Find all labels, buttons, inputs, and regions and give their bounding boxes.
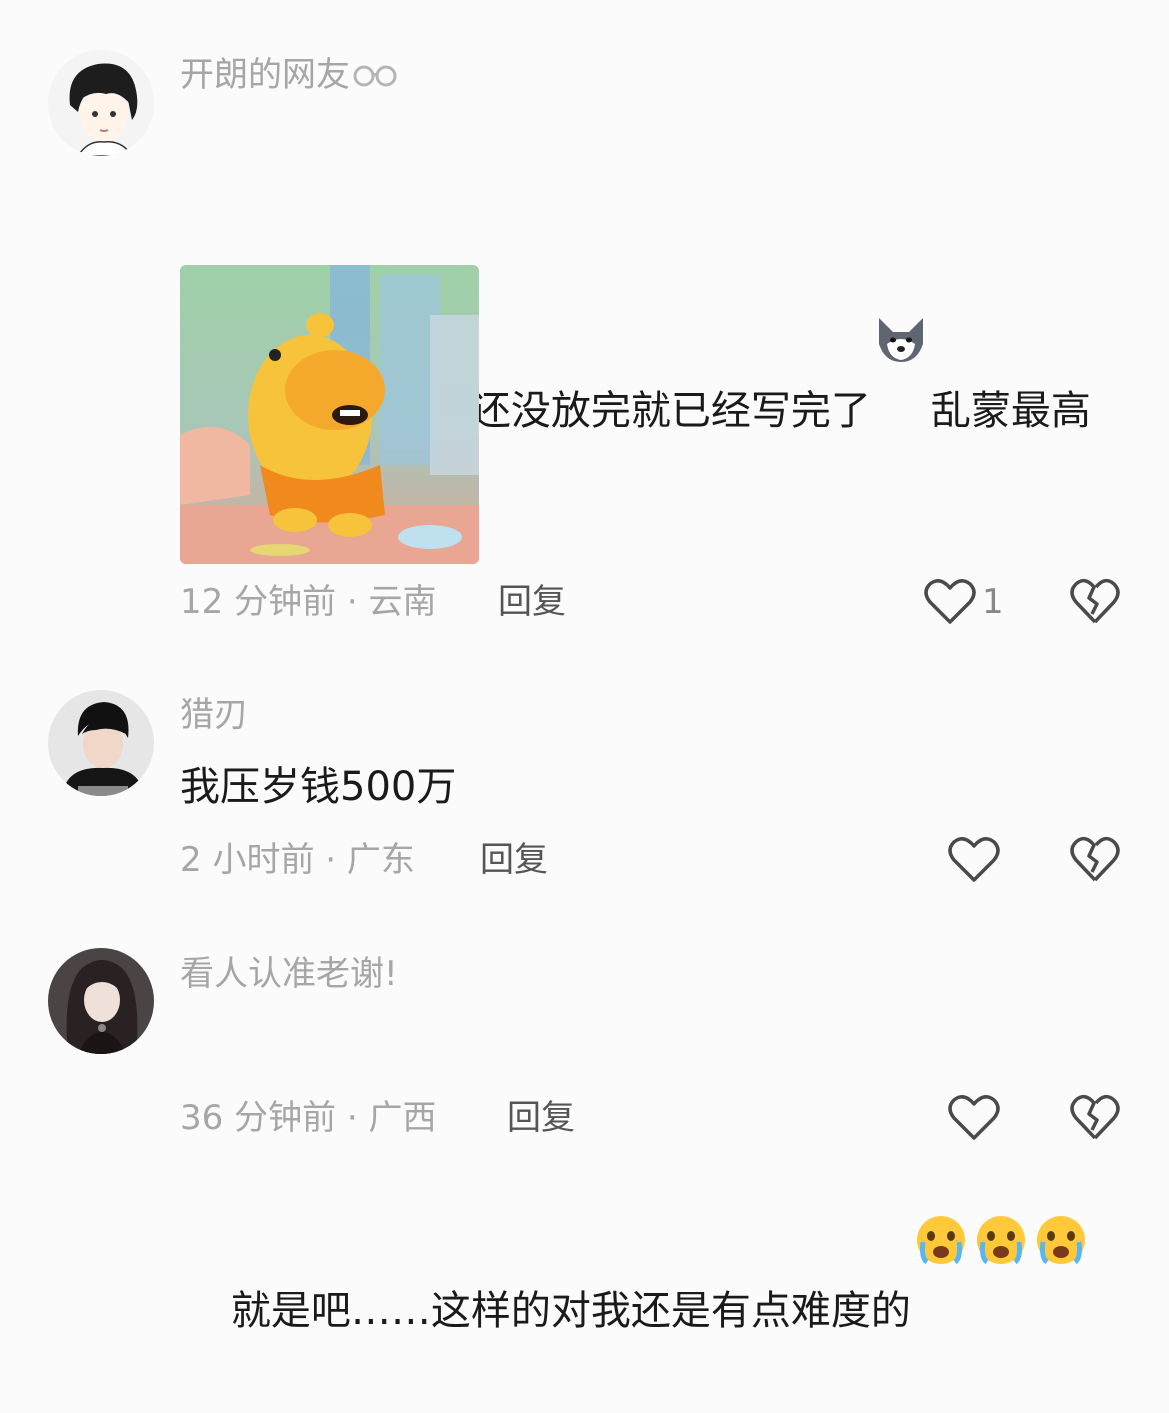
username[interactable]: 猎刃 [180,695,248,735]
wolf-emoji-icon [873,178,929,362]
comment-text: 我压岁钱500万 [180,764,457,810]
avatar[interactable] [48,948,154,1054]
comment-meta: 12 分钟前 · 云南 [180,582,437,622]
username[interactable]: 看人认准老谢! [180,954,398,994]
avatar[interactable] [48,50,154,156]
reply-button[interactable]: 回复 [480,840,548,880]
yellow-hippo-sticker[interactable] [180,265,479,564]
comment-item: 开朗的网友 以前初中听力还没放完就已经写完了 乱蒙最高蒙五十分 [0,0,1169,650]
heart-outline-icon[interactable] [948,836,1000,884]
reply-button[interactable]: 回复 [507,1098,575,1138]
heart-outline-icon[interactable] [924,578,976,626]
username[interactable]: 开朗的网友 [180,55,398,95]
like-count: 1 [982,582,1004,622]
avatar[interactable] [48,690,154,796]
comment-text-part: 就是吧……这样的对我还是有点难度的 [230,1288,911,1334]
broken-heart-icon[interactable] [1070,578,1120,626]
username-text: 开朗的网友 [180,55,350,95]
heart-outline-icon[interactable] [948,1094,1000,1142]
comment-text: 就是吧……这样的对我还是有点难度的 [180,1010,1110,1413]
glasses-badge-icon [352,59,398,89]
comment-item: 猎刃 我压岁钱500万 2 小时前 · 广东 回复 [0,650,1169,910]
comment-meta: 2 小时前 · 广东 [180,840,415,880]
comment-item: 看人认准老谢! 就是吧……这样的对我还是有点难度的 36 分钟前 · 广西 回复 [0,910,1169,1334]
broken-heart-icon[interactable] [1070,1094,1120,1142]
comment-meta: 36 分钟前 · 广西 [180,1098,437,1138]
broken-heart-icon[interactable] [1070,836,1120,884]
reply-button[interactable]: 回复 [498,582,566,622]
